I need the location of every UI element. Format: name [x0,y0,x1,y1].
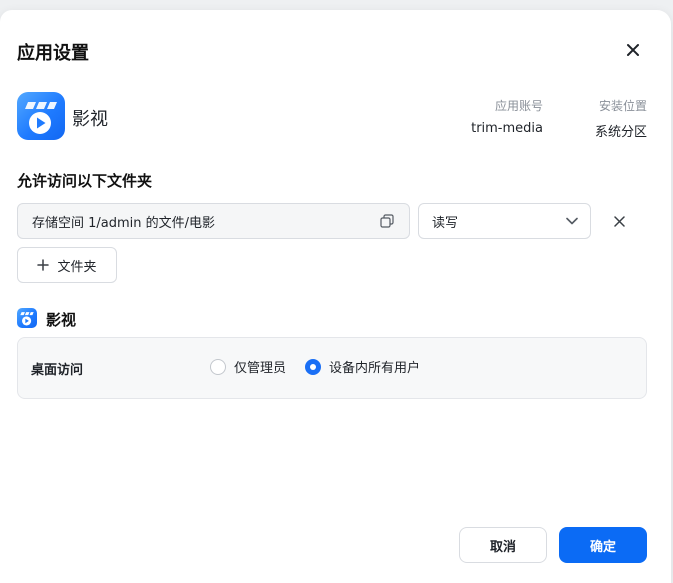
chevron-down-icon [566,217,578,225]
dialog-title: 应用设置 [17,43,89,64]
radio-admin-only-indicator[interactable] [210,358,226,375]
folder-path-text: 存储空间 1/admin 的文件/电影 [32,215,216,231]
app-account-label: 应用账号 [494,99,543,113]
close-icon [627,44,639,56]
folder-path-field: 存储空间 1/admin 的文件/电影 [17,203,410,239]
confirm-button[interactable]: 确定 [559,527,647,563]
app-name: 影视 [72,109,108,130]
permission-select-value: 读写 [432,215,459,231]
close-icon [613,215,625,227]
radio-admin-only-label: 仅管理员 [234,361,287,376]
permission-select[interactable]: 读写 [418,203,591,239]
app-account-info: 应用账号 trim-media [470,97,543,136]
plus-icon [37,259,50,271]
app-account-value: trim-media [471,121,543,136]
add-folder-button[interactable]: 文件夹 [17,247,117,283]
app-settings-dialog: 应用设置 影视 应用账号 trim-media 安装位置 系统分区 允许访问以下… [0,10,671,583]
folder-access-title: 允许访问以下文件夹 [17,172,153,190]
radio-all-users-indicator[interactable] [305,358,321,375]
close-button[interactable] [620,37,646,63]
radio-all-users-label: 设备内所有用户 [329,361,421,376]
radio-admin-only[interactable]: 仅管理员 [210,357,286,376]
cancel-button[interactable]: 取消 [459,527,547,563]
permission-section-title: 影视 [46,311,77,329]
install-location-info: 安装位置 系统分区 [580,97,647,140]
radio-all-users[interactable]: 设备内所有用户 [305,357,420,376]
film-app-icon [17,92,65,140]
copy-icon[interactable] [379,213,395,229]
add-folder-label: 文件夹 [57,259,97,275]
remove-folder-button[interactable] [611,213,627,229]
film-app-icon [17,308,37,328]
install-location-label: 安装位置 [598,99,647,113]
desktop-access-panel: 桌面访问 仅管理员 设备内所有用户 [17,337,647,399]
install-location-value: 系统分区 [594,125,647,140]
desktop-access-label: 桌面访问 [31,363,84,378]
